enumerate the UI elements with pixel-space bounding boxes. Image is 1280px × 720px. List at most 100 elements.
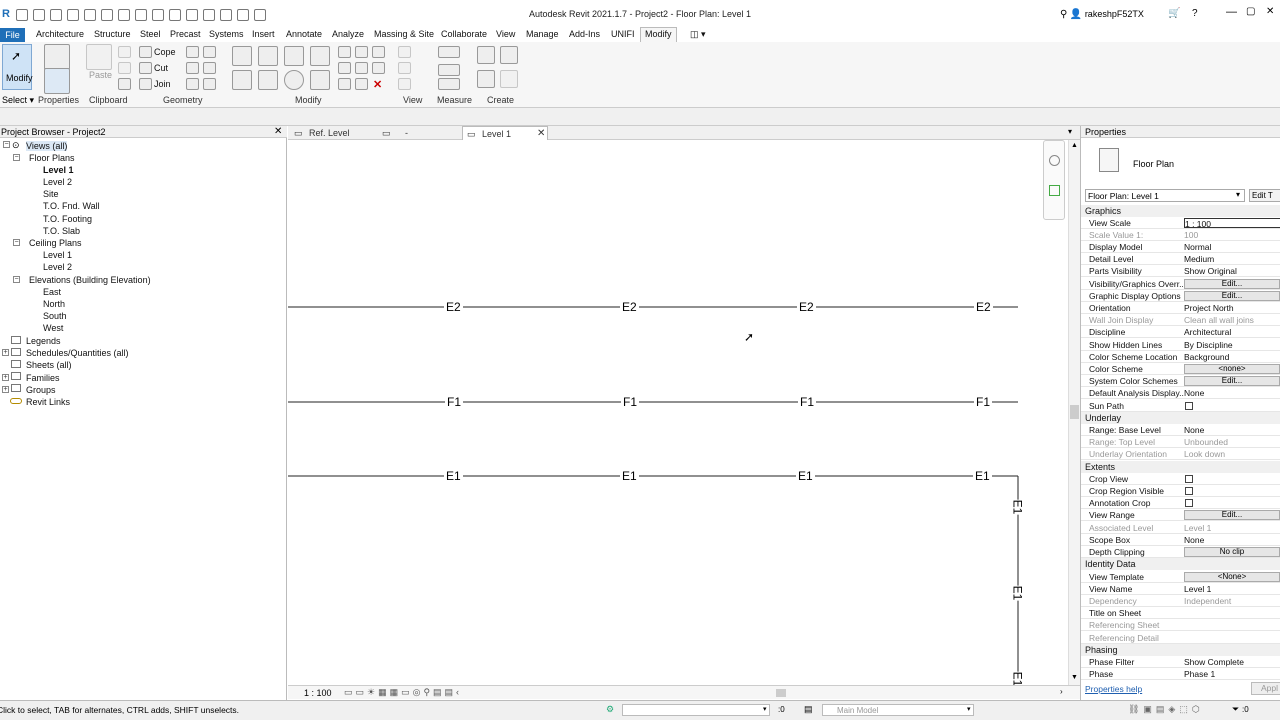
wall-tag[interactable]: E2 (444, 300, 463, 314)
beam-column-join-icon[interactable] (186, 78, 199, 90)
wall-tag-vertical[interactable]: E1 (1010, 585, 1025, 601)
prop-value[interactable]: By Discipline (1184, 340, 1280, 350)
group-identity-data[interactable]: Identity Data (1081, 558, 1280, 571)
tab-unnamed-view[interactable]: ▭ - (378, 126, 464, 140)
crop-region-checkbox[interactable] (1185, 487, 1193, 495)
scroll-right-icon[interactable]: › (1060, 687, 1063, 696)
help-icon[interactable]: ? (1192, 8, 1198, 19)
pin-icon[interactable] (338, 78, 351, 90)
trim-single-icon[interactable] (372, 62, 385, 74)
measure-between-icon[interactable] (438, 46, 460, 58)
prop-value[interactable]: 1 : 100 (1184, 218, 1280, 228)
tab-analyze[interactable]: Analyze (332, 29, 364, 39)
zoom-icon[interactable] (1049, 185, 1060, 196)
prop-annotation-crop[interactable]: Annotation Crop (1081, 497, 1280, 510)
wall-tag[interactable]: E2 (797, 300, 816, 314)
prop-depth-clipping[interactable]: Depth Clipping No clip (1081, 546, 1280, 559)
paint-icon[interactable] (186, 62, 199, 74)
expand-icon[interactable]: + (2, 386, 9, 393)
prop-value[interactable]: None (1184, 535, 1280, 545)
cut-geometry-icon[interactable] (139, 62, 152, 74)
sun-path-checkbox[interactable] (1185, 402, 1193, 410)
cope-icon[interactable] (139, 46, 152, 58)
prop-value[interactable]: None (1184, 425, 1280, 435)
cut-label[interactable]: Cut (154, 63, 168, 73)
tree-floor-plans[interactable]: Floor Plans (29, 153, 75, 163)
wall-tag-vertical[interactable]: E1 (1010, 499, 1025, 515)
prop-hidden-lines[interactable]: Show Hidden Lines By Discipline (1081, 339, 1280, 352)
prop-detail-level[interactable]: Detail Level Medium (1081, 253, 1280, 266)
prop-color-scheme[interactable]: Color Scheme <none> (1081, 363, 1280, 376)
ribbon-minimize-icon[interactable]: ◫ ▾ (690, 29, 706, 40)
tree-el-east[interactable]: East (43, 287, 61, 297)
tree-groups[interactable]: Groups (26, 385, 56, 395)
prop-range-base[interactable]: Range: Base Level None (1081, 424, 1280, 437)
tab-annotate[interactable]: Annotate (286, 29, 322, 39)
cut-clipboard-icon[interactable] (118, 46, 131, 58)
view-template-button[interactable]: <None> (1184, 572, 1280, 582)
edit-type-button[interactable]: Edit T (1249, 189, 1280, 202)
tree-revit-links[interactable]: Revit Links (26, 397, 70, 407)
prop-view-template[interactable]: View Template <None> (1081, 571, 1280, 584)
drawing-canvas[interactable]: E2 E2 E2 E2 F1 F1 F1 F1 E1 E1 E1 E1 E1 E… (288, 140, 1068, 687)
gdo-edit-button[interactable]: Edit... (1184, 291, 1280, 301)
tree-cp-level-2[interactable]: Level 2 (43, 262, 72, 272)
linework-icon[interactable] (398, 62, 411, 74)
prop-system-color-schemes[interactable]: System Color Schemes Edit... (1081, 375, 1280, 388)
split-gap-icon[interactable] (355, 46, 368, 58)
modify-tool-button[interactable]: ➚ Modify (2, 44, 33, 90)
collapse-icon[interactable]: − (13, 276, 20, 283)
mirror-line-icon[interactable] (310, 46, 330, 66)
tab-systems[interactable]: Systems (209, 29, 244, 39)
scroll-down-icon[interactable]: ▼ (1071, 674, 1078, 681)
move-icon[interactable] (232, 70, 252, 90)
wall-tag[interactable]: E2 (974, 300, 993, 314)
prop-discipline[interactable]: Discipline Architectural (1081, 326, 1280, 339)
wall-tag[interactable]: F1 (798, 395, 817, 409)
tab-steel[interactable]: Steel (140, 29, 161, 39)
filter-icon[interactable]: ⏷ (1232, 704, 1239, 715)
wall-tag[interactable]: F1 (445, 395, 464, 409)
prop-phase-filter[interactable]: Phase Filter Show Complete (1081, 656, 1280, 669)
horizontal-scroll-thumb[interactable] (776, 689, 786, 697)
view-control-icons[interactable]: ▭▭☀▦▦▭◎⚲▤▤‹ (344, 687, 462, 698)
worksharing-icon[interactable]: ⚙ (606, 704, 614, 715)
split-element-icon[interactable] (338, 46, 351, 58)
crop-view-checkbox[interactable] (1185, 475, 1193, 483)
tab-architecture[interactable]: Architecture (36, 29, 84, 39)
prop-value[interactable]: Phase 1 (1184, 669, 1280, 679)
prop-value[interactable]: None (1184, 388, 1280, 398)
group-underlay[interactable]: Underlay (1081, 412, 1280, 425)
prop-color-scheme-location[interactable]: Color Scheme Location Background (1081, 351, 1280, 364)
hide-icon[interactable] (398, 78, 411, 90)
tree-cp-level-1[interactable]: Level 1 (43, 250, 72, 260)
tree-ceiling-plans[interactable]: Ceiling Plans (29, 238, 82, 248)
prop-value[interactable]: Show Complete (1184, 657, 1280, 667)
prop-crop-view[interactable]: Crop View (1081, 473, 1280, 486)
prop-view-range[interactable]: View Range Edit... (1081, 509, 1280, 522)
tab-collaborate[interactable]: Collaborate (441, 29, 487, 39)
view-range-edit-button[interactable]: Edit... (1184, 510, 1280, 520)
demolish-icon[interactable] (203, 62, 216, 74)
user-name[interactable]: rakeshpF52TX (1085, 9, 1144, 19)
tab-massing-site[interactable]: Massing & Site (374, 29, 434, 39)
wall-tag[interactable]: E1 (444, 469, 463, 483)
create-group-icon[interactable] (477, 70, 495, 88)
scale-icon[interactable] (355, 62, 368, 74)
split-face-icon[interactable] (203, 46, 216, 58)
properties-icon[interactable] (44, 68, 70, 94)
select-dropdown[interactable]: Select ▾ (2, 95, 34, 106)
expand-icon[interactable]: + (2, 374, 9, 381)
tree-families[interactable]: Families (26, 373, 60, 383)
tab-dropdown-icon[interactable]: ▾ (1068, 127, 1072, 136)
view-scale[interactable]: 1 : 100 (304, 688, 332, 698)
trim-extend-icon[interactable] (310, 70, 330, 90)
collapse-icon[interactable]: − (13, 239, 20, 246)
align-icon[interactable] (232, 46, 252, 66)
expand-icon[interactable]: + (2, 349, 9, 356)
group-extents[interactable]: Extents (1081, 461, 1280, 474)
tab-level-1[interactable]: ▭ Level 1 ✕ (462, 126, 548, 140)
copy-icon[interactable] (258, 70, 278, 90)
cope-label[interactable]: Cope (154, 47, 176, 57)
mirror-axis-icon[interactable] (284, 46, 304, 66)
